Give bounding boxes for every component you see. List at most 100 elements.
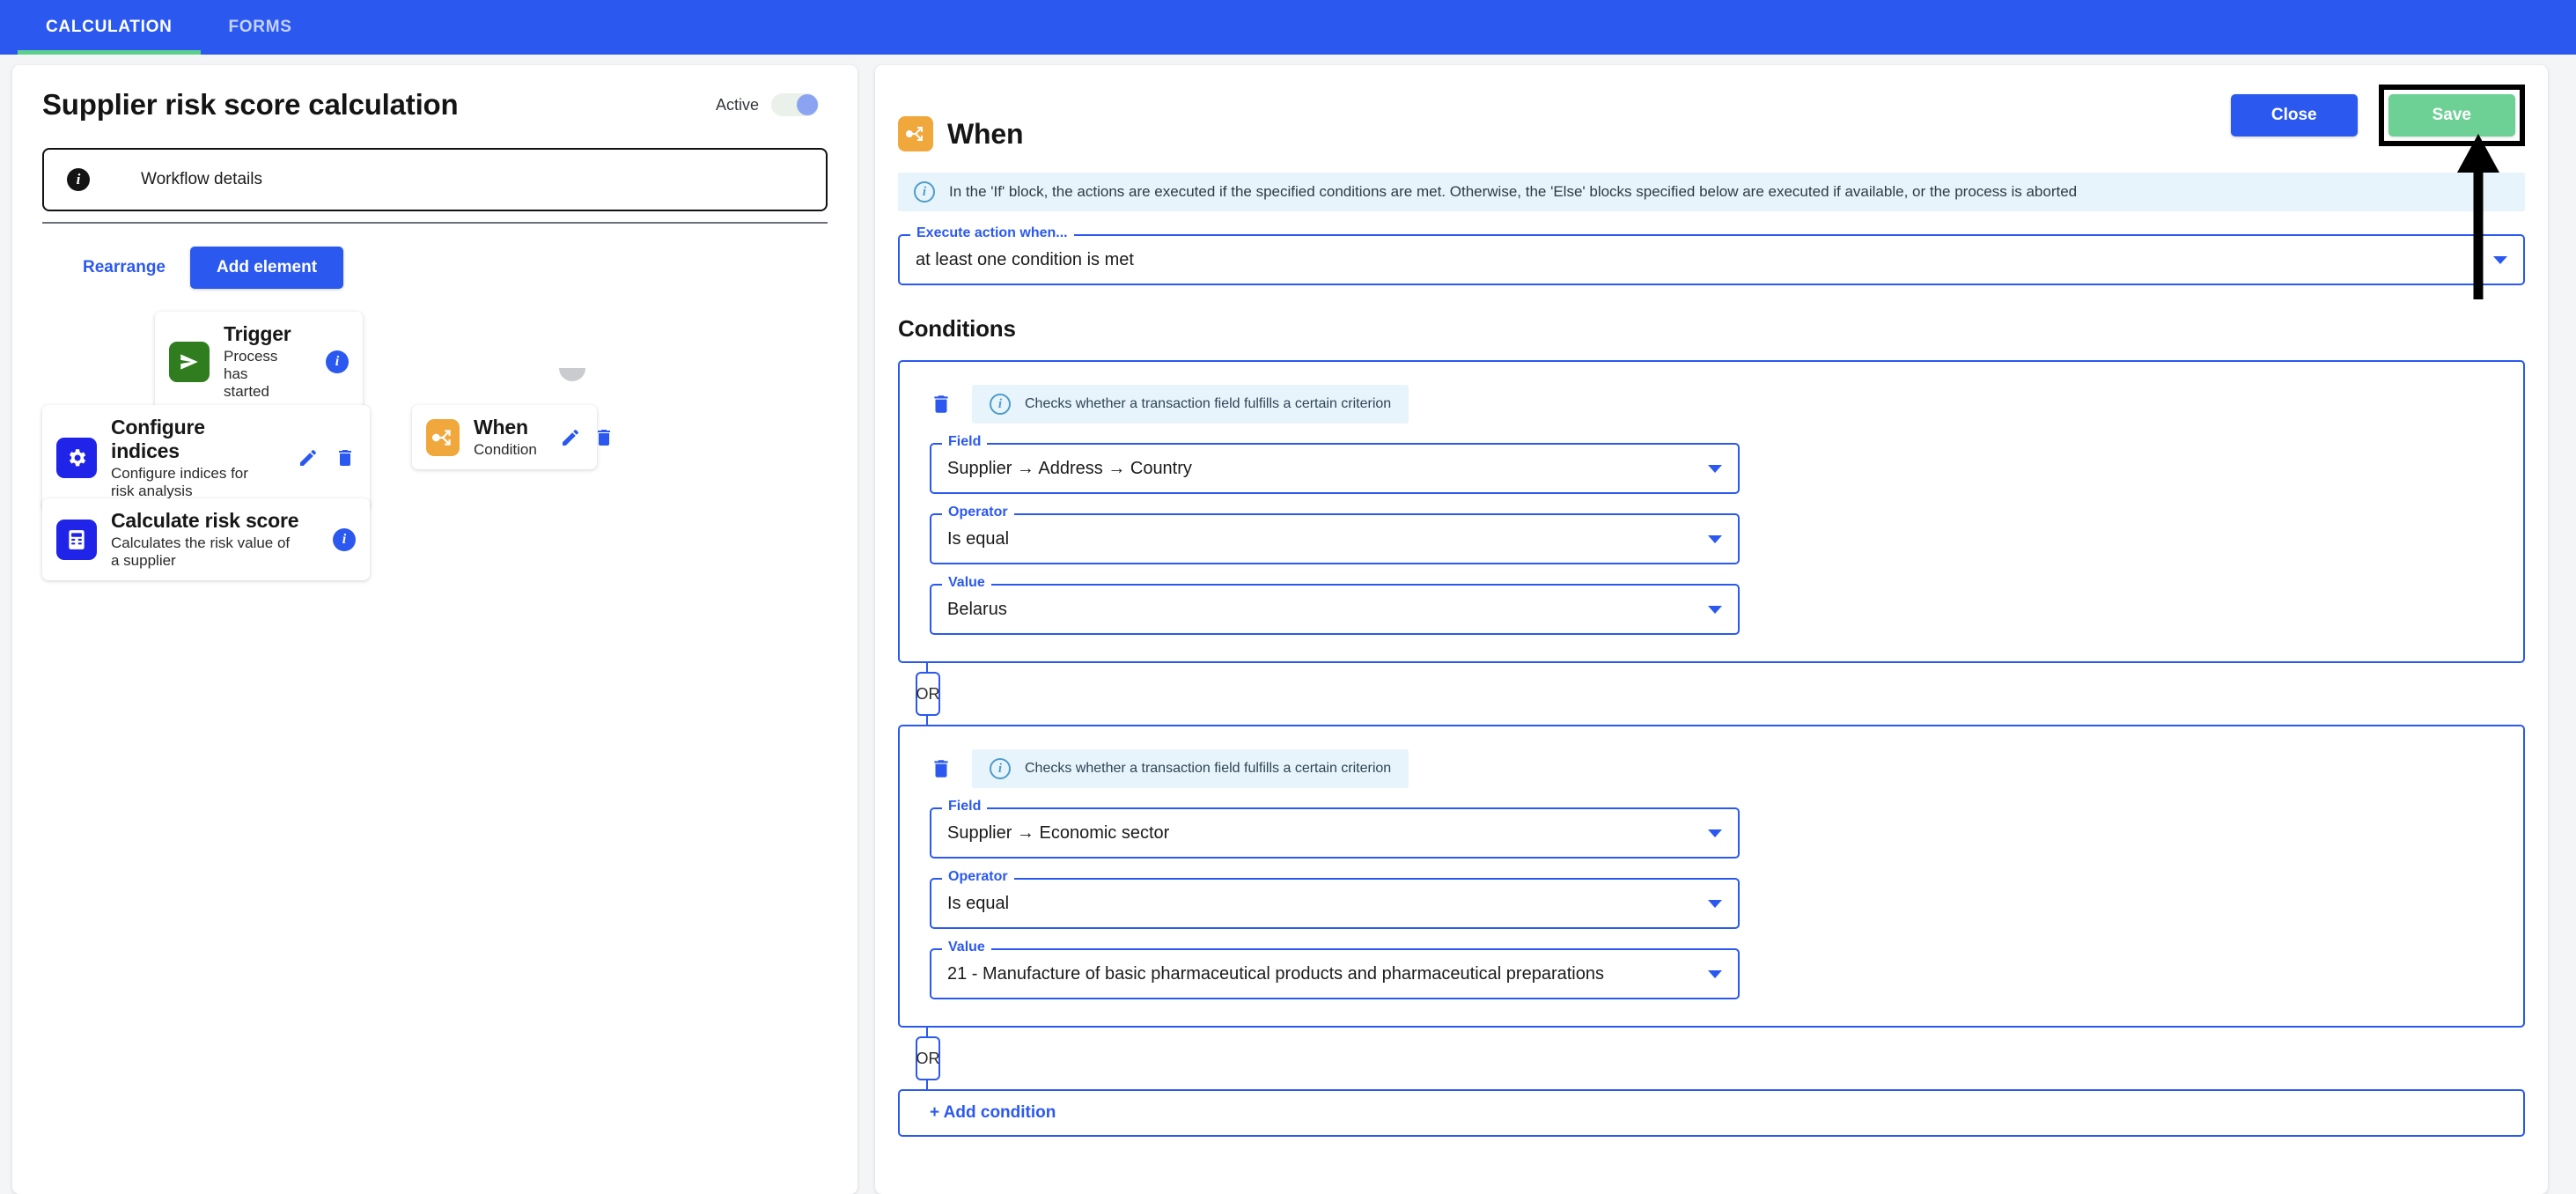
branch-icon	[426, 418, 460, 456]
info-icon: i	[990, 758, 1011, 779]
chevron-down-icon[interactable]	[1708, 899, 1722, 908]
edit-icon[interactable]	[298, 447, 319, 468]
condition-description-text: Checks whether a transaction field fulfi…	[1025, 761, 1392, 776]
condition-fields: Field Supplier → Economic sector Operato…	[930, 799, 1740, 999]
when-title-row: When	[898, 116, 1023, 151]
value-select-value: 21 - Manufacture of basic pharmaceutical…	[947, 963, 1604, 984]
or-chip[interactable]: OR	[916, 672, 940, 716]
operator-select[interactable]: Operator Is equal	[930, 505, 1740, 564]
condition-description-chip: i Checks whether a transaction field ful…	[972, 749, 1409, 788]
execute-action-when-label: Execute action when...	[910, 225, 1074, 241]
condition-description-text: Checks whether a transaction field fulfi…	[1025, 396, 1392, 411]
trash-icon[interactable]	[930, 757, 953, 780]
workflow-node-calculate-risk-score[interactable]: Calculate risk score Calculates the risk…	[42, 498, 370, 580]
connector-cap	[559, 368, 585, 381]
workflow-node-when[interactable]: When Condition	[412, 405, 610, 469]
page-title: Supplier risk score calculation	[42, 88, 459, 121]
workflow-node-configure-indices[interactable]: Configure indices Configure indices for …	[42, 405, 370, 511]
conditions-heading: Conditions	[898, 315, 1016, 342]
operator-select[interactable]: Operator Is equal	[930, 869, 1740, 929]
when-info-banner-text: In the 'If' block, the actions are execu…	[949, 183, 2078, 200]
operator-select-box[interactable]: Is equal	[930, 513, 1740, 564]
edit-icon[interactable]	[560, 427, 581, 448]
condition-description-chip: i Checks whether a transaction field ful…	[972, 385, 1409, 424]
add-element-button[interactable]: Add element	[190, 247, 344, 289]
operator-select-value: Is equal	[947, 528, 1010, 549]
trash-icon[interactable]	[930, 393, 953, 416]
workflow-node-trigger[interactable]: Trigger Process has started i	[155, 312, 363, 411]
node-text: When Condition	[474, 416, 537, 459]
value-select-box[interactable]: 21 - Manufacture of basic pharmaceutical…	[930, 948, 1740, 999]
info-icon: i	[67, 168, 90, 191]
rearrange-button[interactable]: Rearrange	[83, 258, 166, 277]
node-text: Calculate risk score Calculates the risk…	[111, 509, 299, 570]
workflow-toolbar: Rearrange Add element	[42, 247, 828, 289]
field-select-box[interactable]: Supplier → Address → Country	[930, 443, 1740, 494]
chevron-down-icon[interactable]	[1708, 534, 1722, 543]
operator-select-label: Operator	[942, 869, 1014, 885]
operator-select-value: Is equal	[947, 893, 1010, 913]
field-select[interactable]: Field Supplier → Economic sector	[930, 799, 1740, 859]
condition-card: i Checks whether a transaction field ful…	[898, 725, 2525, 1028]
info-badge-icon[interactable]: i	[326, 350, 349, 373]
node-title: Calculate risk score	[111, 509, 299, 532]
close-button[interactable]: Close	[2230, 94, 2358, 136]
node-actions: i	[313, 527, 356, 551]
node-subtitle: Condition	[474, 441, 537, 458]
workflow-details-box[interactable]: i Workflow details	[42, 148, 828, 211]
chevron-down-icon[interactable]	[1708, 829, 1722, 837]
operator-select-label: Operator	[942, 505, 1014, 520]
condition-header: i Checks whether a transaction field ful…	[930, 385, 2493, 424]
workflow-title-row: Supplier risk score calculation Active	[42, 88, 828, 122]
condition-card: i Checks whether a transaction field ful…	[898, 360, 2525, 663]
tab-calculation[interactable]: CALCULATION	[18, 0, 201, 55]
trash-icon[interactable]	[335, 447, 356, 468]
chevron-down-icon[interactable]	[1708, 464, 1722, 473]
tab-calculation-label: CALCULATION	[46, 18, 173, 36]
chevron-down-icon[interactable]	[1708, 605, 1722, 614]
operator-select-box[interactable]: Is equal	[930, 878, 1740, 929]
node-actions: i	[306, 350, 349, 373]
save-button[interactable]: Save	[2388, 94, 2515, 136]
field-select[interactable]: Field Supplier → Address → Country	[930, 434, 1740, 494]
field-select-label: Field	[942, 799, 988, 814]
workflow-details-label: Workflow details	[141, 170, 262, 188]
execute-action-when-value: at least one condition is met	[916, 249, 1134, 269]
when-info-banner: i In the 'If' block, the actions are exe…	[898, 173, 2525, 211]
info-icon: i	[914, 181, 935, 203]
execute-action-when-box[interactable]: at least one condition is met	[898, 234, 2525, 285]
save-button-highlight: Save	[2378, 85, 2525, 146]
trash-icon[interactable]	[593, 427, 615, 448]
workflow-graph: Trigger Process has started i Configure …	[42, 312, 828, 629]
gear-icon	[56, 438, 97, 478]
when-editor-actions: Close Save	[2230, 85, 2525, 146]
node-title: When	[474, 416, 528, 439]
add-condition-button[interactable]: + Add condition	[898, 1089, 2525, 1137]
toggle-knob	[797, 94, 818, 115]
active-toggle-group: Active	[716, 93, 828, 116]
field-select-value: Supplier → Address → Country	[947, 458, 1192, 478]
value-select-label: Value	[942, 940, 991, 955]
calculator-icon	[56, 519, 97, 560]
when-panel-title: When	[947, 117, 1024, 150]
active-toggle[interactable]	[771, 93, 819, 116]
divider	[42, 222, 828, 224]
chevron-down-icon[interactable]	[2493, 255, 2507, 264]
value-select-label: Value	[942, 575, 991, 591]
node-title: Configure indices	[111, 416, 205, 462]
tab-forms[interactable]: FORMS	[201, 0, 320, 55]
branch-icon	[898, 116, 933, 151]
send-icon	[169, 341, 210, 382]
value-select[interactable]: Value Belarus	[930, 575, 1740, 635]
value-select[interactable]: Value 21 - Manufacture of basic pharmace…	[930, 940, 1740, 999]
field-select-box[interactable]: Supplier → Economic sector	[930, 807, 1740, 859]
chevron-down-icon[interactable]	[1708, 969, 1722, 978]
info-badge-icon[interactable]: i	[333, 527, 356, 551]
page-body: Supplier risk score calculation Active i…	[0, 55, 2576, 1194]
or-chip[interactable]: OR	[916, 1036, 940, 1080]
node-text: Trigger Process has started	[224, 322, 292, 401]
or-separator: OR	[898, 1028, 2525, 1089]
when-editor-panel: When Close Save i In the 'If' block, the…	[875, 65, 2548, 1194]
value-select-box[interactable]: Belarus	[930, 584, 1740, 635]
execute-action-when-select[interactable]: Execute action when... at least one cond…	[898, 225, 2525, 285]
